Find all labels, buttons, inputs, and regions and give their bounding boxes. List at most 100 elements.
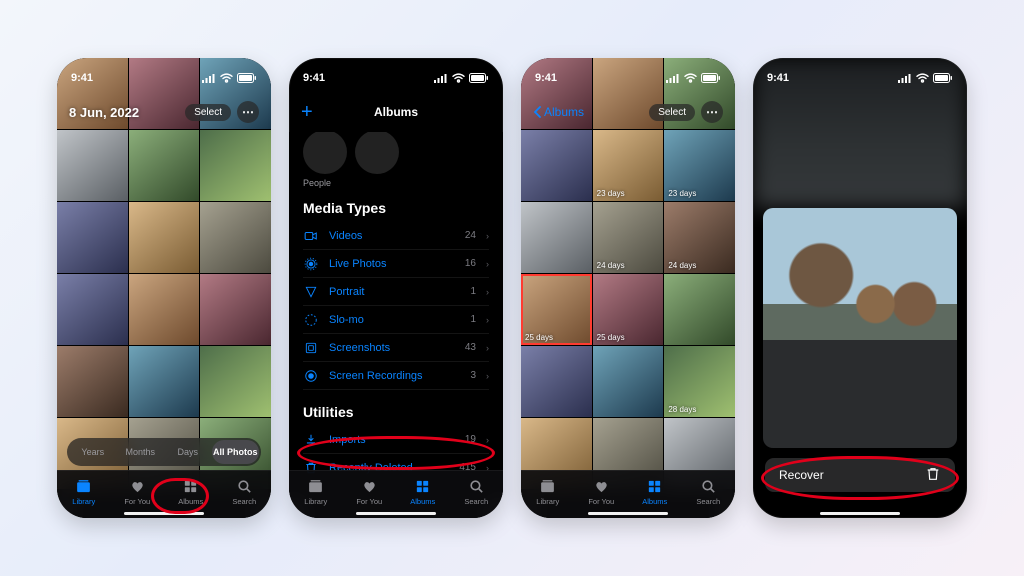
photo-cell[interactable]: 25 days	[593, 274, 664, 345]
home-indicator[interactable]	[356, 512, 436, 516]
albums-content[interactable]: People Media Types Videos 24 › Live Phot…	[289, 132, 503, 518]
row-count: 24	[465, 230, 476, 241]
row-screen-recordings[interactable]: Screen Recordings 3 ›	[303, 362, 489, 390]
more-button[interactable]: ⋯	[237, 101, 259, 123]
more-button[interactable]: ⋯	[701, 101, 723, 123]
home-indicator[interactable]	[820, 512, 900, 516]
photo-cell[interactable]	[521, 130, 592, 201]
delete-button[interactable]	[925, 466, 941, 485]
seg-days[interactable]: Days	[164, 440, 212, 464]
photo-cell[interactable]	[521, 202, 592, 273]
photo-cell[interactable]	[129, 202, 200, 273]
tab-for-you[interactable]: For You	[575, 471, 629, 512]
photo-cell[interactable]	[57, 346, 128, 417]
chevron-right-icon: ›	[486, 315, 489, 325]
photo-cell[interactable]	[57, 130, 128, 201]
chevron-right-icon: ›	[486, 231, 489, 241]
tab-search[interactable]: Search	[450, 471, 504, 512]
tab-for-you[interactable]: For You	[343, 471, 397, 512]
tab-library[interactable]: Library	[289, 471, 343, 512]
photo-cell[interactable]	[664, 274, 735, 345]
back-button[interactable]: Albums	[533, 105, 584, 119]
tab-label: Library	[72, 497, 95, 506]
recording-icon	[303, 369, 319, 383]
tab-albums[interactable]: Albums	[628, 471, 682, 512]
albums-navbar: + Albums	[289, 92, 503, 132]
row-slo-mo[interactable]: Slo-mo 1 ›	[303, 306, 489, 334]
tab-label: Albums	[410, 497, 435, 506]
people-label: People	[303, 178, 489, 188]
select-button[interactable]: Select	[185, 104, 231, 121]
row-count: 3	[470, 370, 476, 381]
photo-cell-selected[interactable]: 25 days	[521, 274, 592, 345]
photo-cell[interactable]: 24 days	[593, 202, 664, 273]
photo-cell[interactable]	[129, 130, 200, 201]
recover-button[interactable]: Recover	[779, 468, 824, 482]
photo-cell[interactable]: 23 days	[664, 130, 735, 201]
tab-label: For You	[588, 497, 614, 506]
photo-cell[interactable]	[200, 130, 271, 201]
tab-albums[interactable]: Albums	[396, 471, 450, 512]
tab-label: For You	[124, 497, 150, 506]
library-navbar: 8 Jun, 2022 Select ⋯	[57, 92, 271, 132]
photo-cell[interactable]	[129, 346, 200, 417]
select-button[interactable]: Select	[649, 104, 695, 121]
slomo-icon	[303, 313, 319, 327]
seg-years[interactable]: Years	[69, 440, 117, 464]
seg-months[interactable]: Months	[117, 440, 165, 464]
photo-cell[interactable]	[200, 346, 271, 417]
photo-cell[interactable]: 24 days	[664, 202, 735, 273]
battery-icon	[469, 73, 489, 83]
tab-label: Search	[696, 497, 720, 506]
photo-preview[interactable]	[763, 208, 957, 448]
photo-cell[interactable]	[200, 274, 271, 345]
back-label: Albums	[544, 105, 584, 119]
photo-cell[interactable]	[593, 346, 664, 417]
row-videos[interactable]: Videos 24 ›	[303, 222, 489, 250]
home-indicator[interactable]	[124, 512, 204, 516]
tab-library[interactable]: Library	[521, 471, 575, 512]
view-segmented-control[interactable]: Years Months Days All Photos	[67, 438, 261, 466]
days-remaining: 24 days	[597, 261, 625, 270]
heart-icon	[129, 478, 146, 495]
portrait-icon	[303, 285, 319, 299]
library-icon	[539, 478, 556, 495]
phone-recently-deleted: 23 days 23 days 24 days 24 days 25 days …	[521, 58, 735, 518]
row-live-photos[interactable]: Live Photos 16 ›	[303, 250, 489, 278]
chevron-right-icon: ›	[486, 287, 489, 297]
library-icon	[307, 478, 324, 495]
tab-search[interactable]: Search	[218, 471, 272, 512]
phone-recover: 9:41 Recover	[753, 58, 967, 518]
photo-cell[interactable]	[57, 274, 128, 345]
tab-label: Library	[536, 497, 559, 506]
person-avatar[interactable]	[303, 132, 347, 174]
chevron-right-icon: ›	[486, 343, 489, 353]
status-time: 9:41	[303, 72, 325, 84]
photo-cell[interactable]: 23 days	[593, 130, 664, 201]
seg-all-photos[interactable]: All Photos	[212, 440, 260, 464]
tab-library[interactable]: Library	[57, 471, 111, 512]
section-media-types: Media Types	[303, 200, 489, 216]
tab-search[interactable]: Search	[682, 471, 736, 512]
photo-cell[interactable]	[200, 202, 271, 273]
tab-label: Search	[464, 497, 488, 506]
people-row[interactable]	[303, 132, 489, 174]
tab-albums[interactable]: Albums	[164, 471, 218, 512]
person-avatar[interactable]	[355, 132, 399, 174]
row-portrait[interactable]: Portrait 1 ›	[303, 278, 489, 306]
albums-icon	[182, 478, 199, 495]
photo-cell[interactable]	[129, 274, 200, 345]
photo-cell[interactable]	[57, 202, 128, 273]
photo-cell[interactable]: 28 days	[664, 346, 735, 417]
days-remaining: 28 days	[668, 405, 696, 414]
row-screenshots[interactable]: Screenshots 43 ›	[303, 334, 489, 362]
tab-for-you[interactable]: For You	[111, 471, 165, 512]
row-count: 1	[470, 286, 476, 297]
library-date: 8 Jun, 2022	[69, 105, 139, 120]
search-icon	[468, 478, 485, 495]
row-imports[interactable]: Imports 19 ›	[303, 426, 489, 454]
tab-label: For You	[356, 497, 382, 506]
photo-cell[interactable]	[521, 346, 592, 417]
albums-icon	[414, 478, 431, 495]
home-indicator[interactable]	[588, 512, 668, 516]
